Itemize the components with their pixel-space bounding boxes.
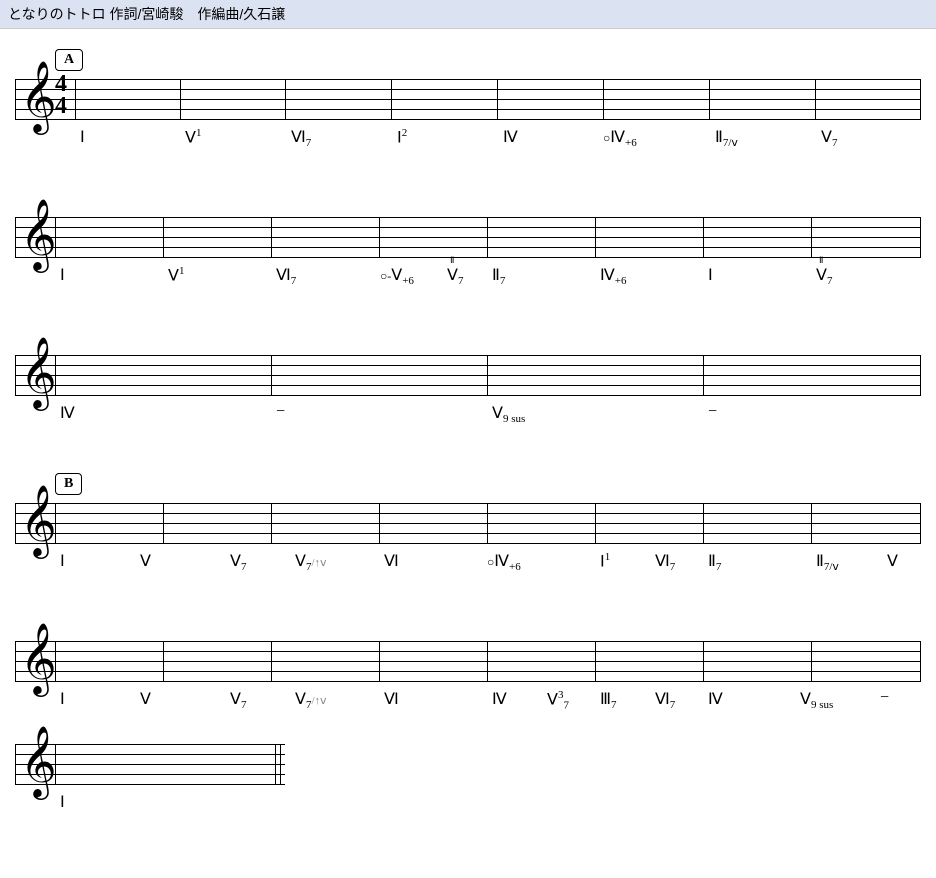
chord: Ⅴ [140,689,151,709]
chord: − [276,403,285,421]
chord: Ⅳ+6 [600,265,626,287]
chord: Ⅴ [140,551,151,571]
treble-clef-icon: 𝄞 [20,342,57,404]
chord: Ⅵ7 [655,551,675,573]
treble-clef-icon: 𝄞 [20,731,57,793]
chord: Ⅱ7 [492,265,505,287]
chord: Ⅱ7/ⅴ [715,127,738,149]
chord: Ⅲ7 [600,689,617,711]
time-signature: 44 [55,74,67,117]
chord: Ⅴ [887,551,898,571]
system-2: 𝄞 Ⅰ Ⅴ1 Ⅵ7 ○-Ⅴ+6 ⅡⅤ7 Ⅱ7 Ⅳ+6 Ⅰ ⅡⅤ7 [15,217,921,290]
system-3: 𝄞 Ⅳ − Ⅴ9 sus − [15,355,921,428]
chord: Ⅰ [60,551,65,571]
system-5: 𝄞 Ⅰ Ⅴ Ⅴ7 Ⅴ7/↑ⅴ Ⅵ Ⅳ Ⅴ37 Ⅲ7 Ⅵ7 Ⅳ Ⅴ9 sus − [15,641,921,714]
chord: Ⅴ1 [168,265,184,285]
chord: Ⅰ1 [600,551,610,571]
chord: Ⅰ2 [397,127,407,147]
chord: Ⅵ7 [655,689,675,711]
chord: ○Ⅳ+6 [487,551,521,573]
chord: Ⅴ7/↑ⅴ [295,689,327,711]
treble-clef-icon: 𝄞 [20,628,57,690]
chord: ○-Ⅴ+6 [380,265,414,287]
chord: Ⅴ7 [230,551,246,573]
chord: Ⅱ7/ⅴ [816,551,839,573]
system-1: 𝄞 44 Ⅰ Ⅴ1 Ⅵ7 Ⅰ2 Ⅳ ○Ⅳ+6 Ⅱ7/ⅴ Ⅴ7 [15,79,921,152]
chord: Ⅵ [384,551,399,571]
chord: Ⅴ37 [547,689,569,712]
chord: Ⅵ [384,689,399,709]
chord: Ⅴ9 sus [800,689,833,711]
chord: Ⅴ7/↑ⅴ [295,551,327,573]
treble-clef-icon: 𝄞 [20,66,57,128]
chord: Ⅰ [80,127,85,147]
chord: Ⅵ7 [276,265,296,287]
chord: Ⅰ [708,265,713,285]
chord: Ⅴ9 sus [492,403,525,425]
chord: Ⅰ [60,689,65,709]
chord: Ⅱ7 [708,551,721,573]
chord: − [708,403,717,421]
chord: Ⅰ [60,265,65,285]
chord: ○Ⅳ+6 [603,127,637,149]
rehearsal-mark-a: A [55,49,83,71]
chord: Ⅳ [60,403,75,423]
chord: Ⅴ7 [230,689,246,711]
rehearsal-mark-b: B [55,473,82,495]
chord: Ⅵ7 [291,127,311,149]
chord: Ⅴ1 [185,127,201,147]
chord: Ⅰ [60,792,65,812]
system-6: 𝄞 Ⅰ [15,744,285,817]
chord: ⅡⅤ7 [816,265,832,287]
chord: Ⅴ7 [821,127,837,149]
chord: Ⅳ [492,689,507,709]
chord: Ⅳ [708,689,723,709]
treble-clef-icon: 𝄞 [20,490,57,552]
sheet-music: A 𝄞 44 Ⅰ Ⅴ1 Ⅵ7 Ⅰ2 Ⅳ ○Ⅳ+6 Ⅱ7/ⅴ Ⅴ7 𝄞 [0,29,936,837]
song-title: となりのトトロ 作詞/宮崎駿 作編曲/久石譲 [0,0,936,29]
treble-clef-icon: 𝄞 [20,204,57,266]
chord: Ⅳ [503,127,518,147]
chord: ⅡⅤ7 [447,265,463,287]
system-4: 𝄞 Ⅰ Ⅴ Ⅴ7 Ⅴ7/↑ⅴ Ⅵ ○Ⅳ+6 Ⅰ1 Ⅵ7 Ⅱ7 Ⅱ7/ⅴ Ⅴ [15,503,921,576]
chord: − [880,689,889,707]
